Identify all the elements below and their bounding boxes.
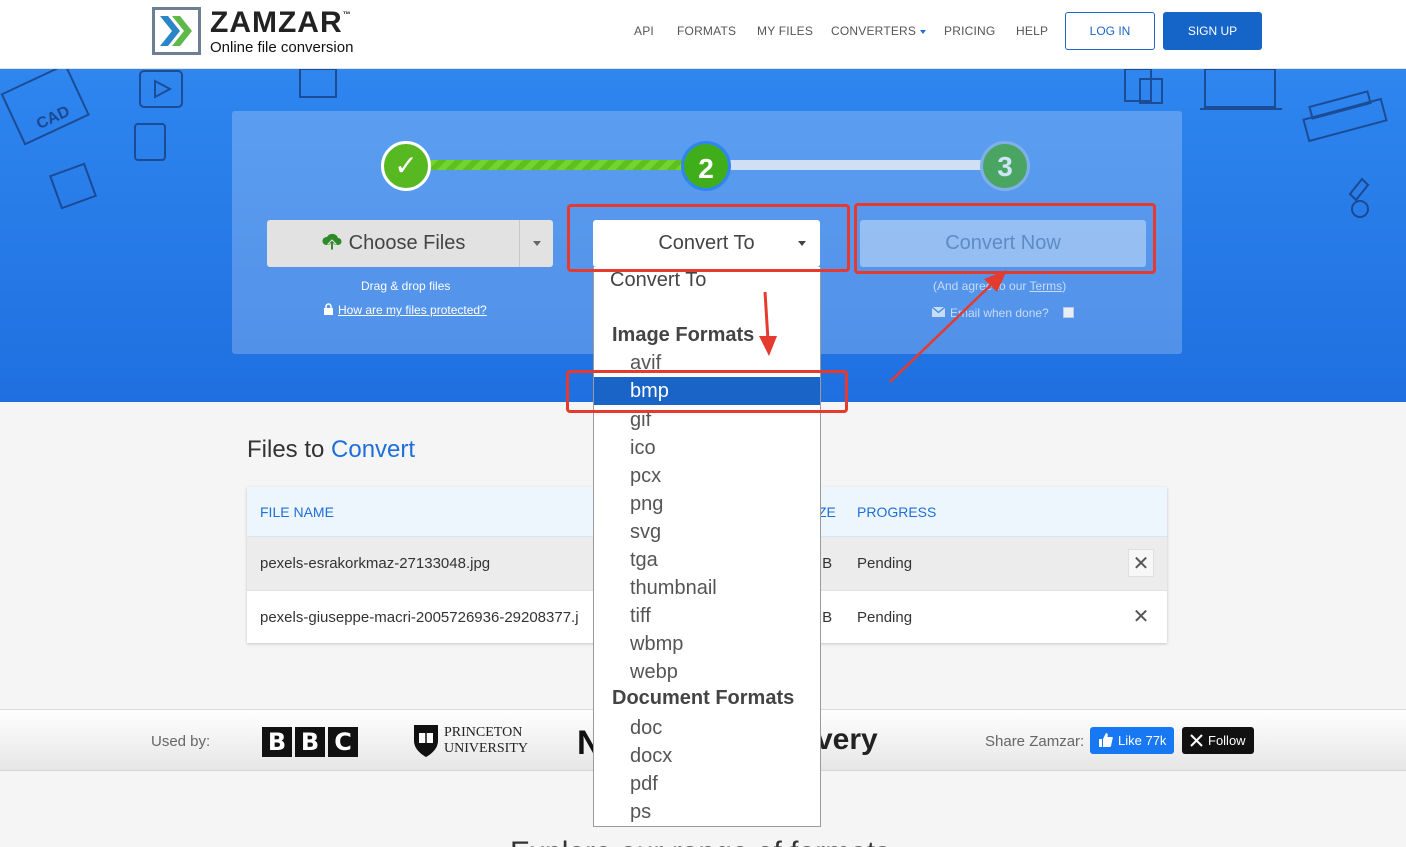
discovery-logo: very [816, 723, 878, 756]
email-when-done-label: Email when done? [950, 306, 1049, 320]
bbc-letter: B [262, 727, 292, 757]
step-1-complete-icon: ✓ [381, 141, 431, 191]
brand-tagline: Online file conversion [210, 39, 354, 56]
nav-converters-label: CONVERTERS [831, 24, 917, 38]
files-protected-text: How are my files protected? [338, 303, 487, 317]
convert-to-dropdown-list: Convert To Image Formats avif bmp gif ic… [593, 267, 821, 827]
top-navigation-bar: ZAMZAR™ Online file conversion API FORMA… [0, 0, 1406, 69]
facebook-like-button[interactable]: Like 77k [1090, 727, 1174, 754]
terms-suffix: ) [1062, 279, 1067, 293]
like-label: Like 77k [1118, 733, 1167, 748]
signup-button[interactable]: SIGN UP [1163, 12, 1262, 50]
option-svg[interactable]: svg [594, 518, 820, 546]
annotation-box-bmp [566, 370, 848, 413]
file-name-cell: pexels-giuseppe-macri-2005726936-2920837… [260, 609, 579, 626]
terms-link[interactable]: Terms [1030, 279, 1063, 293]
used-by-label: Used by: [151, 733, 211, 750]
step-progress-pending [727, 160, 983, 170]
envelope-icon [931, 306, 946, 317]
group-header-document-formats: Document Formats [612, 687, 795, 709]
column-progress: PROGRESS [857, 504, 937, 520]
share-label: Share Zamzar: [985, 733, 1085, 750]
files-section-title: Files to Convert [247, 436, 415, 464]
files-protected-link[interactable]: How are my files protected? [323, 303, 487, 317]
option-ico[interactable]: ico [594, 434, 820, 462]
x-logo-icon [1190, 734, 1203, 747]
nav-api[interactable]: API [634, 24, 654, 38]
choose-files-source-dropdown[interactable] [519, 220, 553, 267]
files-title-highlight: Convert [331, 436, 416, 463]
option-ps[interactable]: ps [594, 798, 820, 826]
nav-my-files[interactable]: MY FILES [757, 24, 813, 38]
email-when-done-checkbox[interactable] [1063, 307, 1074, 318]
terms-note: (And agree to our Terms) [933, 279, 1066, 293]
choose-files-label: Choose Files [348, 232, 466, 254]
option-tiff[interactable]: tiff [594, 602, 820, 630]
nav-formats[interactable]: FORMATS [677, 24, 736, 38]
annotation-box-convert-to [567, 204, 850, 272]
step-2-indicator: 2 [681, 141, 731, 191]
nav-help[interactable]: HELP [1016, 24, 1048, 38]
option-wbmp[interactable]: wbmp [594, 630, 820, 658]
remove-file-icon[interactable]: ✕ [1128, 549, 1154, 577]
nav-converters[interactable]: CONVERTERS [831, 24, 927, 38]
files-title-prefix: Files to [247, 436, 332, 463]
formats-section-heading: Explore our range of formats [510, 836, 890, 847]
option-docx[interactable]: docx [594, 742, 820, 770]
login-button[interactable]: LOG IN [1065, 12, 1155, 50]
column-file-name: FILE NAME [260, 504, 334, 520]
princeton-logo: PRINCETON UNIVERSITY [412, 723, 528, 764]
remove-file-icon[interactable]: ✕ [1128, 603, 1154, 631]
lock-icon [324, 303, 333, 315]
progress-cell: Pending [857, 609, 913, 626]
cloud-upload-icon [322, 233, 342, 251]
choose-files-button[interactable]: Choose Files [267, 220, 519, 267]
bbc-letter: B [295, 727, 325, 757]
svg-text:CAD: CAD [34, 103, 73, 133]
caret-down-icon [920, 29, 927, 34]
logo-chevrons-icon [152, 7, 201, 55]
option-png[interactable]: png [594, 490, 820, 518]
nav-pricing[interactable]: PRICING [944, 24, 995, 38]
follow-label: Follow [1208, 733, 1246, 748]
terms-prefix: (And agree to our [933, 279, 1030, 293]
dropdown-placeholder-option[interactable]: Convert To [594, 269, 706, 292]
trademark: ™ [342, 10, 352, 19]
princeton-shield-icon [414, 725, 438, 757]
option-thumbnail[interactable]: thumbnail [594, 574, 820, 602]
drag-drop-hint: Drag & drop files [361, 279, 451, 293]
step-3-indicator: 3 [980, 141, 1030, 191]
princeton-line-1: PRINCETON [444, 725, 523, 740]
step-progress-complete [430, 160, 685, 170]
option-tga[interactable]: tga [594, 546, 820, 574]
brand-name: ZAMZAR [210, 6, 343, 39]
zamzar-logo[interactable]: ZAMZAR™ Online file conversion [152, 6, 382, 57]
option-pcx[interactable]: pcx [594, 462, 820, 490]
bbc-logo: BBC [262, 727, 361, 757]
option-pdf[interactable]: pdf [594, 770, 820, 798]
caret-down-icon [533, 241, 541, 246]
progress-cell: Pending [857, 555, 913, 572]
group-header-image-formats: Image Formats [612, 324, 755, 346]
email-when-done: Email when done? [931, 306, 1049, 320]
x-follow-button[interactable]: Follow [1182, 727, 1254, 754]
bbc-letter: C [328, 727, 358, 757]
option-webp[interactable]: webp [594, 658, 820, 686]
princeton-line-2: UNIVERSITY [444, 741, 528, 756]
annotation-box-convert-now [854, 203, 1156, 274]
option-doc[interactable]: doc [594, 714, 820, 742]
file-name-cell: pexels-esrakorkmaz-27133048.jpg [260, 555, 491, 572]
thumbs-up-icon [1099, 733, 1113, 747]
